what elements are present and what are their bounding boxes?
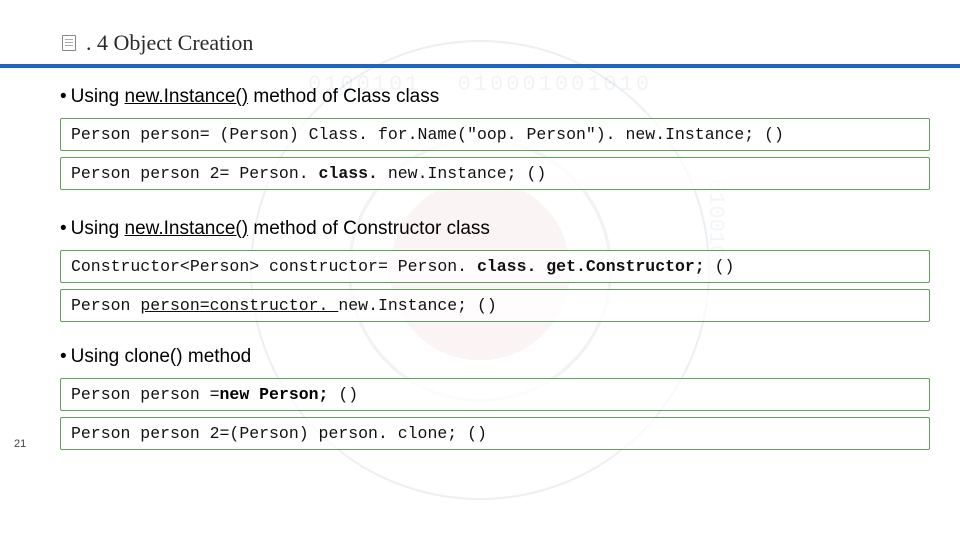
code-text: Person person 2= Person. (71, 164, 319, 183)
code-box: Person person 2=(Person) person. clone; … (60, 417, 930, 450)
section-heading: •Using new.Instance() method of Construc… (60, 218, 930, 240)
code-box: Person person 2= Person. class. new.Inst… (60, 157, 930, 190)
slide-number: 21 (14, 438, 26, 450)
slide-title-row: . 4 Object Creation (0, 0, 960, 64)
code-box: Person person=constructor. new.Instance;… (60, 289, 930, 322)
code-text: new.Instance; () (338, 296, 496, 315)
document-icon (62, 35, 76, 51)
code-text: Constructor<Person> constructor= Person. (71, 257, 477, 276)
code-box: Constructor<Person> constructor= Person.… (60, 250, 930, 283)
code-text: new.Instance; () (388, 164, 546, 183)
bullet-glyph: • (60, 218, 67, 239)
section-heading: •Using clone() method (60, 346, 930, 368)
bullet-glyph: • (60, 346, 67, 367)
bullet-glyph: • (60, 86, 67, 107)
slide-content: . 4 Object Creation •Using new.Instance(… (0, 0, 960, 460)
code-box: Person person =new Person; () (60, 378, 930, 411)
code-text-bold: class. get.Constructor; (477, 257, 715, 276)
code-text: () (715, 257, 735, 276)
code-text: Person (71, 296, 140, 315)
section-class-newinstance: •Using new.Instance() method of Class cl… (0, 68, 960, 200)
heading-underlined: new.Instance() (125, 218, 249, 239)
code-text-bold: class. (319, 164, 388, 183)
section-heading: •Using new.Instance() method of Class cl… (60, 86, 930, 108)
title-main: Object Creation (114, 30, 254, 55)
heading-post: method of Class class (248, 86, 439, 107)
code-text: () (338, 385, 358, 404)
code-text: Person person= (Person) Class. for.Name(… (71, 125, 784, 144)
section-constructor-newinstance: •Using new.Instance() method of Construc… (0, 200, 960, 332)
code-text: Person person = (71, 385, 220, 404)
code-text: Person person 2=(Person) person. clone; … (71, 424, 487, 443)
code-text-bold: new Person; (220, 385, 339, 404)
heading-pre: Using clone() method (71, 346, 252, 367)
code-box: Person person= (Person) Class. for.Name(… (60, 118, 930, 151)
code-text-underlined: person=constructor. (140, 296, 338, 315)
title-prefix: . 4 (86, 30, 108, 55)
slide-title: . 4 Object Creation (86, 30, 253, 56)
heading-pre: Using (71, 86, 125, 107)
heading-pre: Using (71, 218, 125, 239)
section-clone: •Using clone() method Person person =new… (0, 332, 960, 460)
heading-post: method of Constructor class (248, 218, 490, 239)
heading-underlined: new.Instance() (125, 86, 249, 107)
